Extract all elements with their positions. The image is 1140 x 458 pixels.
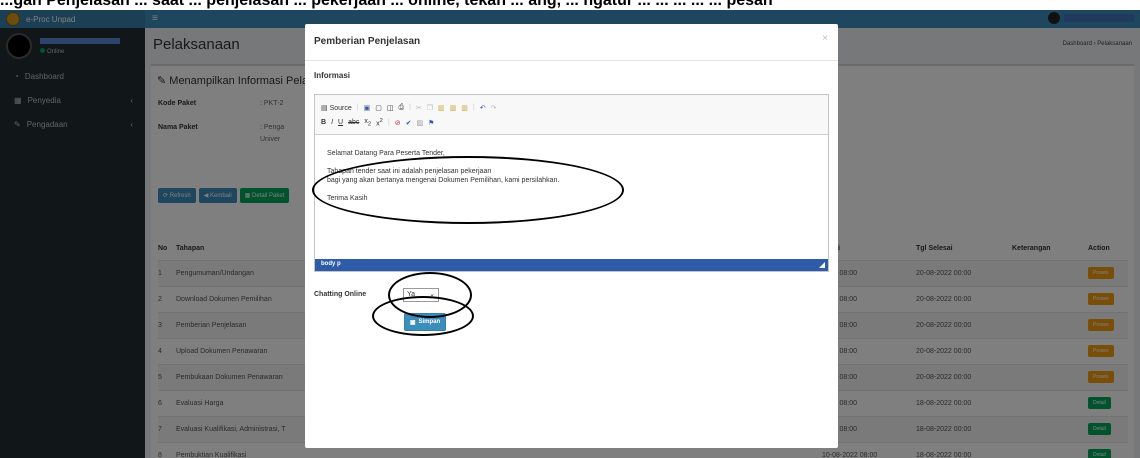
- undo-icon[interactable]: ↶: [480, 104, 486, 112]
- editor-toolbar: ▤ Source | ▣ ▢ ◫ ⎙ | ✂ ❐ ▥ ▥ ▥ | ↶ ↷ B I…: [315, 95, 828, 135]
- remove-format-icon[interactable]: ⊘: [395, 119, 401, 127]
- caption-strip: ...gan Penjelasan ... saat ... penjelasa…: [0, 0, 1140, 10]
- cut-icon[interactable]: ✂: [416, 104, 422, 112]
- pemberian-penjelasan-modal: Pemberian Penjelasan × Informasi ▤ Sourc…: [305, 24, 838, 448]
- app-window: e-Proc Unpad ≡ Online ◔ Dashboard ▦ Peny…: [0, 10, 1140, 458]
- annotation-ellipse: [312, 156, 624, 224]
- modal-header: Pemberian Penjelasan ×: [305, 24, 838, 61]
- underline-icon[interactable]: U: [338, 119, 343, 126]
- paste-icon[interactable]: ▥: [438, 104, 445, 112]
- italic-icon[interactable]: I: [331, 119, 333, 126]
- subscript-icon[interactable]: x2: [364, 118, 371, 127]
- informasi-label: Informasi: [314, 71, 351, 80]
- spellcheck-icon[interactable]: ✔: [406, 119, 412, 127]
- redo-icon[interactable]: ↷: [491, 104, 497, 112]
- preview-icon[interactable]: ◫: [387, 104, 394, 112]
- source-button[interactable]: ▤ Source: [321, 104, 352, 112]
- copy-icon[interactable]: ❐: [427, 104, 433, 112]
- new-page-icon[interactable]: ▢: [375, 104, 382, 112]
- editor-line: Selamat Datang Para Peserta Tender,: [327, 150, 445, 157]
- print-icon[interactable]: ⎙: [398, 104, 404, 112]
- superscript-icon[interactable]: x2: [376, 118, 383, 127]
- caption-text: ...gan Penjelasan ... saat ... penjelasa…: [0, 0, 773, 9]
- element-path[interactable]: body p: [321, 261, 341, 267]
- editor-statusbar: body p: [315, 259, 828, 271]
- save-icon[interactable]: ▣: [364, 104, 371, 112]
- close-icon[interactable]: ×: [822, 33, 828, 44]
- strikethrough-icon[interactable]: abc: [348, 119, 359, 126]
- modal-title: Pemberian Penjelasan: [314, 36, 421, 47]
- resize-grip-icon[interactable]: [819, 262, 825, 268]
- paste-text-icon[interactable]: ▥: [450, 104, 457, 112]
- chatting-online-label: Chatting Online: [314, 291, 367, 298]
- flag-icon[interactable]: ⚑: [428, 119, 434, 127]
- image-icon[interactable]: ▨: [416, 119, 423, 127]
- bold-icon[interactable]: B: [321, 119, 326, 126]
- annotation-ellipse: [372, 296, 474, 336]
- paste-word-icon[interactable]: ▥: [461, 104, 468, 112]
